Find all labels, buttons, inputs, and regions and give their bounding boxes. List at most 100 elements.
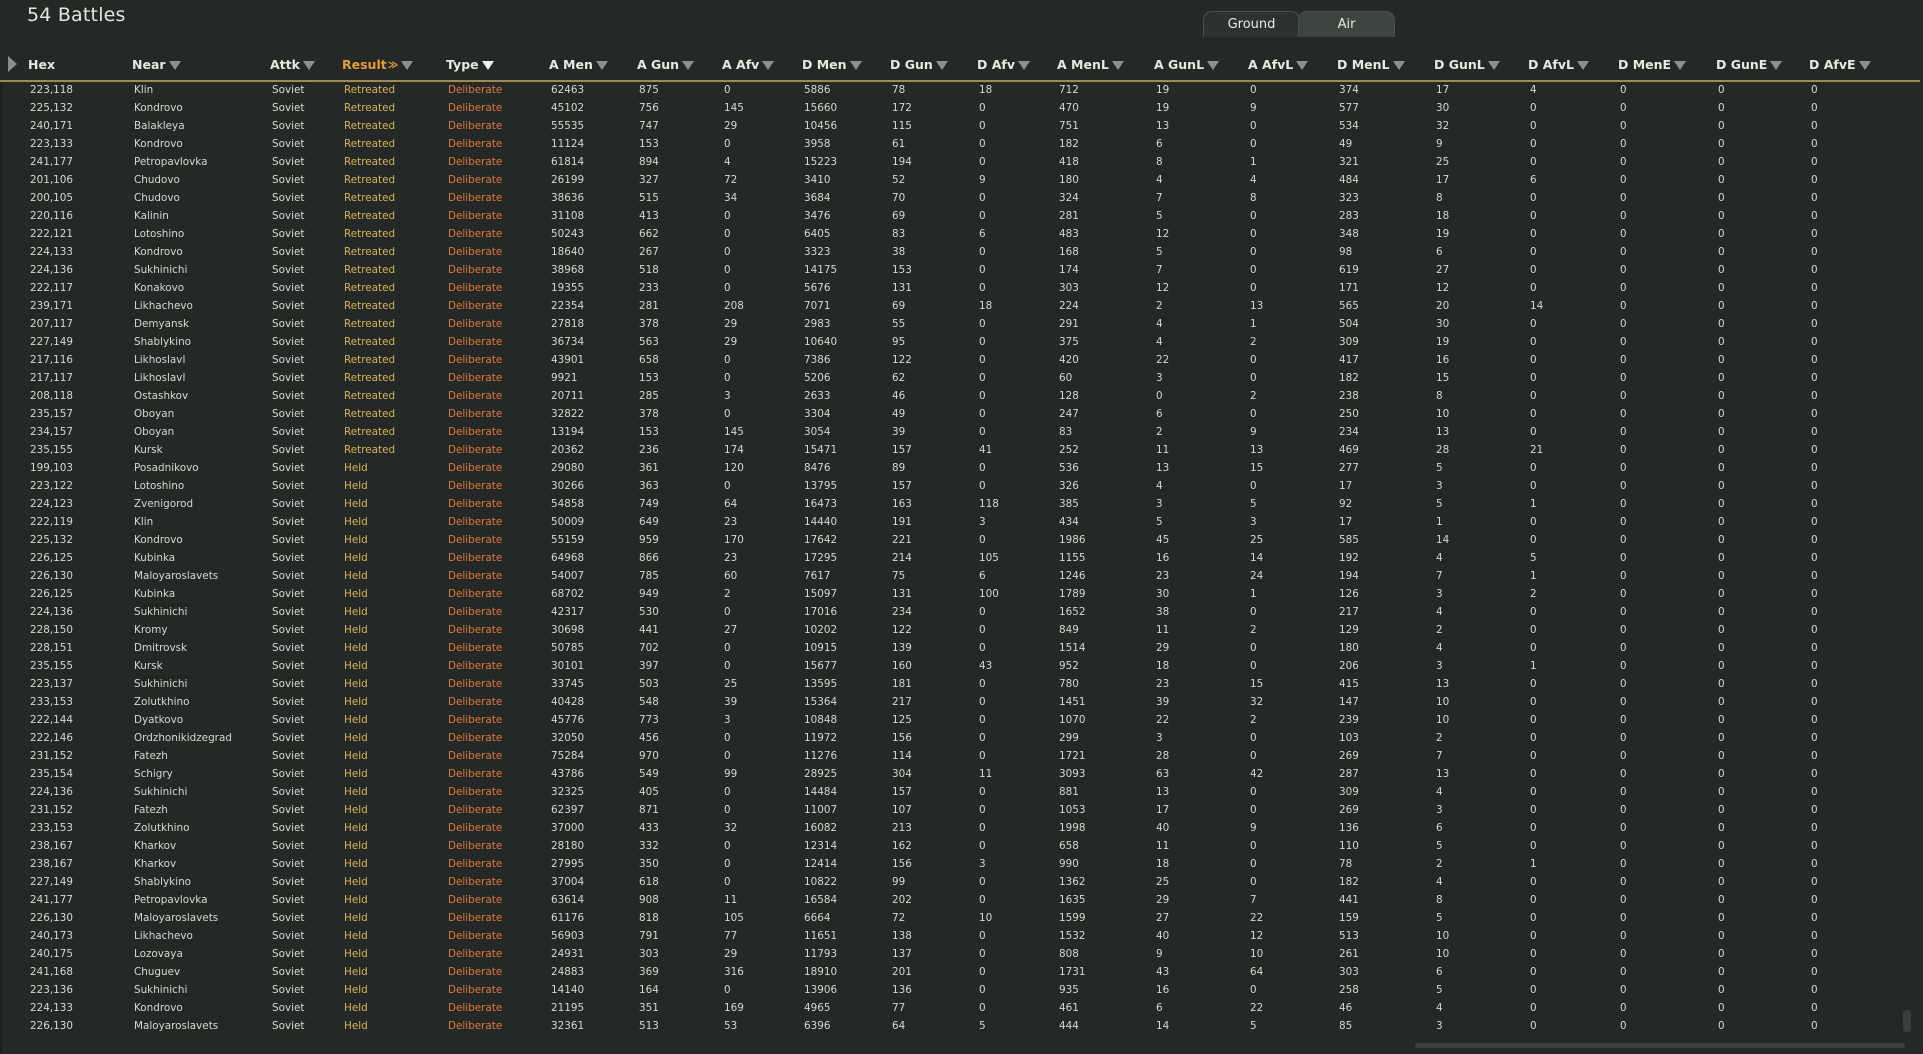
column-header-d-gunl[interactable]: D GunL <box>1434 57 1500 72</box>
table-row[interactable]: 217,117 Likhoslavl Soviet Retreated Delibera… <box>0 369 1908 387</box>
expand-arrow-icon[interactable] <box>8 56 17 72</box>
table-row[interactable]: 233,153 Zolutkhino Soviet Held Deliberate 370… <box>0 819 1908 837</box>
table-row[interactable]: 226,125 Kubinka Soviet Held Deliberate 64968 8… <box>0 549 1908 567</box>
vertical-scrollbar[interactable] <box>1910 81 1918 1031</box>
table-row[interactable]: 228,150 Kromy Soviet Held Deliberate 30698 441… <box>0 621 1908 639</box>
filter-icon[interactable] <box>762 61 775 70</box>
table-row[interactable]: 207,117 Demyansk Soviet Retreated Deliberate… <box>0 315 1908 333</box>
table-row[interactable]: 226,130 Maloyaroslavets Soviet Held Delibera… <box>0 1017 1908 1035</box>
filter-icon[interactable] <box>401 61 414 70</box>
filter-icon[interactable] <box>481 61 494 70</box>
column-header-a-afvl[interactable]: A AfvL <box>1248 57 1309 72</box>
column-header-d-afv[interactable]: D Afv <box>977 57 1030 72</box>
table-row[interactable]: 222,119 Klin Soviet Held Deliberate 50009 649 2… <box>0 513 1908 531</box>
filter-icon[interactable] <box>168 61 181 70</box>
table-row[interactable]: 226,130 Maloyaroslavets Soviet Held Delibera… <box>0 909 1908 927</box>
filter-icon[interactable] <box>1487 61 1500 70</box>
column-header-d-menl[interactable]: D MenL <box>1337 57 1405 72</box>
table-row[interactable]: 228,151 Dmitrovsk Soviet Held Deliberate 5078… <box>0 639 1908 657</box>
table-row[interactable]: 220,116 Kalinin Soviet Retreated Deliberate 3… <box>0 207 1908 225</box>
column-header-a-afv[interactable]: A Afv <box>722 57 775 72</box>
filter-icon[interactable] <box>1392 61 1405 70</box>
column-header-result[interactable]: Result≫ <box>342 57 414 72</box>
table-row[interactable]: 240,171 Balakleya Soviet Retreated Deliberat… <box>0 117 1908 135</box>
table-row[interactable]: 241,177 Petropavlovka Soviet Held Deliberate… <box>0 891 1908 909</box>
filter-icon[interactable] <box>1770 61 1783 70</box>
cell-a-men: 61814 <box>551 156 585 168</box>
column-header-d-afvl[interactable]: D AfvL <box>1528 57 1589 72</box>
filter-icon[interactable] <box>1858 61 1871 70</box>
table-row[interactable]: 227,149 Shablykino Soviet Held Deliberate 370… <box>0 873 1908 891</box>
column-header-d-men[interactable]: D Men <box>802 57 862 72</box>
table-row[interactable]: 239,171 Likhachevo Soviet Retreated Delibera… <box>0 297 1908 315</box>
table-row[interactable]: 235,154 Schigry Soviet Held Deliberate 43786 5… <box>0 765 1908 783</box>
table-row[interactable]: 231,152 Fatezh Soviet Held Deliberate 62397 87… <box>0 801 1908 819</box>
table-row[interactable]: 223,137 Sukhinichi Soviet Held Deliberate 337… <box>0 675 1908 693</box>
filter-icon[interactable] <box>595 61 608 70</box>
column-header-a-gun[interactable]: A Gun <box>637 57 695 72</box>
table-row[interactable]: 225,132 Kondrovo Soviet Retreated Deliberate… <box>0 99 1908 117</box>
tab-ground[interactable]: Ground <box>1203 11 1300 37</box>
column-header-near[interactable]: Near <box>132 57 181 72</box>
filter-icon[interactable] <box>302 61 315 70</box>
table-row[interactable]: 235,157 Oboyan Soviet Retreated Deliberate 32… <box>0 405 1908 423</box>
table-row[interactable]: 227,149 Shablykino Soviet Retreated Delibera… <box>0 333 1908 351</box>
column-header-a-gunl[interactable]: A GunL <box>1154 57 1220 72</box>
filter-icon[interactable] <box>935 61 948 70</box>
table-row[interactable]: 223,133 Kondrovo Soviet Retreated Deliberate… <box>0 135 1908 153</box>
table-row[interactable]: 224,133 Kondrovo Soviet Held Deliberate 21195… <box>0 999 1908 1017</box>
table-row[interactable]: 234,157 Oboyan Soviet Retreated Deliberate 13… <box>0 423 1908 441</box>
table-row[interactable]: 200,105 Chudovo Soviet Retreated Deliberate 3… <box>0 189 1908 207</box>
table-row[interactable]: 224,136 Sukhinichi Soviet Held Deliberate 323… <box>0 783 1908 801</box>
table-row[interactable]: 224,123 Zvenigorod Soviet Held Deliberate 548… <box>0 495 1908 513</box>
table-row[interactable]: 241,177 Petropavlovka Soviet Retreated Delib… <box>0 153 1908 171</box>
filter-icon[interactable] <box>1576 61 1589 70</box>
table-row[interactable]: 217,116 Likhoslavl Soviet Retreated Delibera… <box>0 351 1908 369</box>
table-row[interactable]: 238,167 Kharkov Soviet Held Deliberate 27995 3… <box>0 855 1908 873</box>
column-header-hex[interactable]: Hex <box>28 57 55 72</box>
table-row[interactable]: 226,130 Maloyaroslavets Soviet Held Delibera… <box>0 567 1908 585</box>
table-row[interactable]: 208,118 Ostashkov Soviet Retreated Deliberat… <box>0 387 1908 405</box>
table-row[interactable]: 231,152 Fatezh Soviet Held Deliberate 75284 97… <box>0 747 1908 765</box>
table-row[interactable]: 223,118 Klin Soviet Retreated Deliberate 6246… <box>0 81 1908 99</box>
column-header-type[interactable]: Type <box>446 57 494 72</box>
table-row[interactable]: 223,122 Lotoshino Soviet Held Deliberate 3026… <box>0 477 1908 495</box>
column-header-d-gune[interactable]: D GunE <box>1716 57 1783 72</box>
table-row[interactable]: 201,106 Chudovo Soviet Retreated Deliberate 2… <box>0 171 1908 189</box>
filter-icon[interactable] <box>682 61 695 70</box>
table-row[interactable]: 226,125 Kubinka Soviet Held Deliberate 68702 9… <box>0 585 1908 603</box>
table-row[interactable]: 224,133 Kondrovo Soviet Retreated Deliberate… <box>0 243 1908 261</box>
table-row[interactable]: 225,132 Kondrovo Soviet Held Deliberate 55159… <box>0 531 1908 549</box>
column-header-d-gun[interactable]: D Gun <box>890 57 948 72</box>
sort-descending-icon[interactable]: ≫ <box>388 60 398 71</box>
filter-icon[interactable] <box>1296 61 1309 70</box>
table-row[interactable]: 222,117 Konakovo Soviet Retreated Deliberate… <box>0 279 1908 297</box>
filter-icon[interactable] <box>1674 61 1687 70</box>
column-header-a-menl[interactable]: A MenL <box>1057 57 1124 72</box>
filter-icon[interactable] <box>849 61 862 70</box>
tab-air[interactable]: Air <box>1298 11 1395 37</box>
column-header-d-afve[interactable]: D AfvE <box>1809 57 1871 72</box>
column-header-a-men[interactable]: A Men <box>549 57 608 72</box>
filter-icon[interactable] <box>1018 61 1030 70</box>
table-row[interactable]: 235,155 Kursk Soviet Retreated Deliberate 203… <box>0 441 1908 459</box>
table-row[interactable]: 233,153 Zolutkhino Soviet Held Deliberate 404… <box>0 693 1908 711</box>
table-row[interactable]: 222,121 Lotoshino Soviet Retreated Deliberat… <box>0 225 1908 243</box>
table-row[interactable]: 199,103 Posadnikovo Soviet Held Deliberate 29… <box>0 459 1908 477</box>
horizontal-scroll-thumb[interactable] <box>1415 1043 1905 1048</box>
filter-icon[interactable] <box>1207 61 1220 70</box>
table-row[interactable]: 240,175 Lozovaya Soviet Held Deliberate 24931… <box>0 945 1908 963</box>
table-row[interactable]: 235,155 Kursk Soviet Held Deliberate 30101 397… <box>0 657 1908 675</box>
table-row[interactable]: 223,136 Sukhinichi Soviet Held Deliberate 141… <box>0 981 1908 999</box>
vertical-scroll-thumb[interactable] <box>1903 1010 1911 1032</box>
table-row[interactable]: 222,146 Ordzhonikidzegrad Soviet Held Delibe… <box>0 729 1908 747</box>
table-row[interactable]: 240,173 Likhachevo Soviet Held Deliberate 569… <box>0 927 1908 945</box>
column-header-d-mene[interactable]: D MenE <box>1618 57 1687 72</box>
table-row[interactable]: 241,168 Chuguev Soviet Held Deliberate 24883 3… <box>0 963 1908 981</box>
table-row[interactable]: 238,167 Kharkov Soviet Held Deliberate 28180 3… <box>0 837 1908 855</box>
table-row[interactable]: 224,136 Sukhinichi Soviet Retreated Delibera… <box>0 261 1908 279</box>
table-row[interactable]: 224,136 Sukhinichi Soviet Held Deliberate 423… <box>0 603 1908 621</box>
table-row[interactable]: 222,144 Dyatkovo Soviet Held Deliberate 45776… <box>0 711 1908 729</box>
filter-icon[interactable] <box>1111 61 1124 70</box>
column-header-attk[interactable]: Attk <box>270 57 315 72</box>
